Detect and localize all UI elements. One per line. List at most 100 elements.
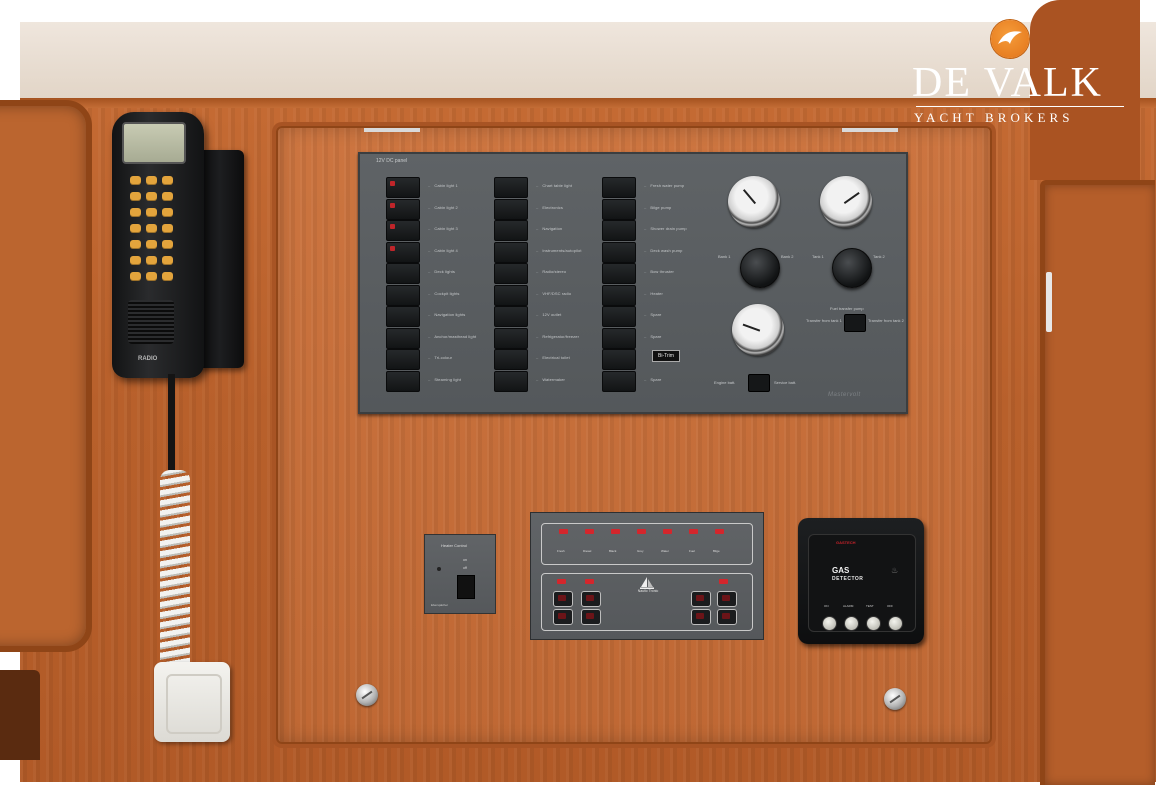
- switch-row: Tri-colour: [386, 348, 496, 370]
- gas-title: GAS: [832, 566, 850, 575]
- keypad-key[interactable]: [162, 240, 173, 249]
- gas-test-button[interactable]: [866, 616, 881, 631]
- keypad-key[interactable]: [130, 272, 141, 281]
- tank-button[interactable]: [553, 591, 573, 607]
- rocker-switch[interactable]: [386, 327, 420, 349]
- tank-label: Fresh: [557, 549, 565, 553]
- rocker-switch[interactable]: [494, 198, 528, 220]
- keypad-key[interactable]: [130, 208, 141, 217]
- heater-off-label: off: [463, 566, 467, 570]
- switch-label: 12V outlet: [536, 312, 561, 317]
- switch-label: Spare: [644, 334, 662, 339]
- rocker-switch[interactable]: [386, 284, 420, 306]
- switch-panel-title: 12V DC panel: [376, 158, 408, 164]
- tank-selector-knob[interactable]: [832, 248, 872, 288]
- cabinet-latch[interactable]: [356, 684, 378, 706]
- keypad-key[interactable]: [162, 176, 173, 185]
- rocker-switch[interactable]: [494, 241, 528, 263]
- rocker-switch[interactable]: [494, 306, 528, 327]
- flame-icon: ♨: [891, 566, 899, 575]
- rocker-switch[interactable]: [602, 370, 636, 392]
- tank-button[interactable]: [691, 591, 711, 607]
- keypad-key[interactable]: [162, 192, 173, 201]
- gas-off-button[interactable]: [888, 616, 903, 631]
- rocker-switch[interactable]: [494, 349, 528, 370]
- rocker-switch[interactable]: [386, 177, 420, 198]
- switch-label: Cabin light 2: [428, 205, 458, 210]
- switch-label: Bilge pump: [644, 205, 671, 210]
- rocker-switch[interactable]: [602, 327, 636, 349]
- keypad-key[interactable]: [162, 208, 173, 217]
- coiled-cord: [160, 470, 190, 680]
- keypad-key[interactable]: [130, 240, 141, 249]
- tank-button[interactable]: [581, 609, 601, 625]
- keypad-key[interactable]: [130, 192, 141, 201]
- keypad-key[interactable]: [162, 224, 173, 233]
- rocker-switch[interactable]: [494, 370, 528, 392]
- tank-button[interactable]: [553, 609, 573, 625]
- tank-led: [689, 529, 698, 534]
- keypad-key[interactable]: [146, 256, 157, 265]
- brand-tagline: YACHT BROKERS: [914, 110, 1074, 125]
- cabinet-latch[interactable]: [884, 688, 906, 710]
- rocker-switch[interactable]: [602, 198, 636, 220]
- switch-row: Chart table light: [494, 176, 604, 198]
- keypad-key[interactable]: [146, 224, 157, 233]
- rocker-switch[interactable]: [386, 198, 420, 220]
- fuel-right-label: Transfer from tank 2: [868, 318, 904, 323]
- switch-row: Cabin light 3: [386, 219, 496, 241]
- tank-button[interactable]: [691, 609, 711, 625]
- keypad-key[interactable]: [146, 208, 157, 217]
- rocker-switch[interactable]: [602, 220, 636, 241]
- keypad-key[interactable]: [146, 272, 157, 281]
- tank-button[interactable]: [717, 591, 737, 607]
- rocker-switch[interactable]: [386, 349, 420, 370]
- rocker-switch[interactable]: [602, 349, 636, 370]
- keypad-key[interactable]: [146, 176, 157, 185]
- keypad-key[interactable]: [130, 176, 141, 185]
- cabinet-hinge: [364, 128, 420, 132]
- switch-row: Fresh water pump: [602, 176, 712, 198]
- switch-row: Watermaker: [494, 370, 604, 392]
- keypad-key[interactable]: [146, 192, 157, 201]
- rocker-switch[interactable]: [494, 177, 528, 198]
- fuel-transfer-switch[interactable]: [844, 314, 866, 332]
- tank-button[interactable]: [717, 609, 737, 625]
- battery-voltmeter: [728, 176, 780, 228]
- rocker-switch[interactable]: [602, 177, 636, 198]
- switch-label: Heater: [644, 291, 663, 296]
- keypad-key[interactable]: [146, 240, 157, 249]
- rocker-switch[interactable]: [494, 220, 528, 241]
- tank-led: [585, 579, 594, 584]
- keypad-key[interactable]: [162, 272, 173, 281]
- switch-row: Bow thruster: [602, 262, 712, 284]
- tank-led: [719, 579, 728, 584]
- rocker-switch[interactable]: [386, 220, 420, 241]
- switch-row: Instruments/autopilot: [494, 241, 604, 263]
- rocker-switch[interactable]: [494, 263, 528, 284]
- switch-row: Cockpit lights: [386, 284, 496, 306]
- heater-switch[interactable]: [457, 575, 475, 599]
- rocker-switch[interactable]: [602, 306, 636, 327]
- rocker-switch[interactable]: [386, 306, 420, 327]
- keypad-key[interactable]: [130, 256, 141, 265]
- rocker-switch[interactable]: [494, 284, 528, 306]
- rocker-switch[interactable]: [386, 263, 420, 284]
- keypad-key[interactable]: [162, 256, 173, 265]
- switch-label: Watermaker: [536, 377, 565, 382]
- rocker-switch[interactable]: [386, 241, 420, 263]
- gas-alarm-button[interactable]: [844, 616, 859, 631]
- keypad-key[interactable]: [130, 224, 141, 233]
- gas-on-button[interactable]: [822, 616, 837, 631]
- rocker-switch[interactable]: [494, 327, 528, 349]
- rocker-switch[interactable]: [602, 284, 636, 306]
- switch-column-1: Cabin light 1 Cabin light 2 Cabin light …: [386, 176, 496, 392]
- rocker-switch[interactable]: [386, 370, 420, 392]
- switch-label: Shower drain pump: [644, 226, 687, 231]
- switch-label: Navigation: [536, 226, 562, 231]
- battery-selector-knob[interactable]: [740, 248, 780, 288]
- rocker-switch[interactable]: [602, 263, 636, 284]
- battery-parallel-switch[interactable]: [748, 374, 770, 392]
- rocker-switch[interactable]: [602, 241, 636, 263]
- tank-button[interactable]: [581, 591, 601, 607]
